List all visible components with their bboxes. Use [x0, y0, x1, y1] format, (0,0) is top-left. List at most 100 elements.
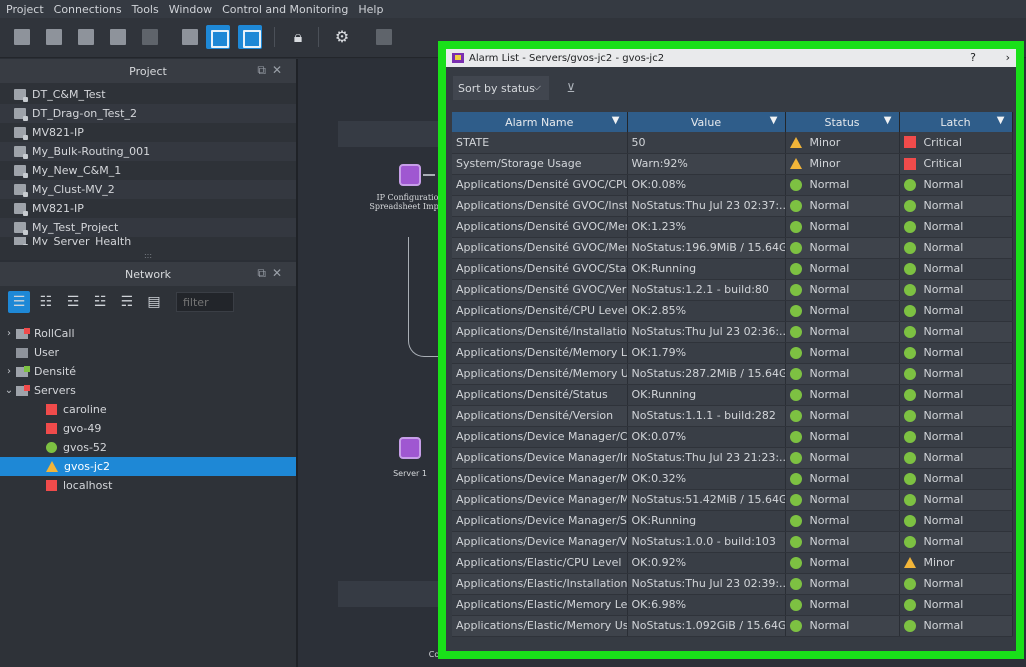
project-list-item[interactable]: MV821-IP [0, 123, 296, 142]
alarm-latch-cell: Normal [899, 174, 1013, 196]
table-row[interactable]: Applications/Densité GVOC/Status OK:Runni… [452, 258, 1013, 280]
sort-select[interactable]: Sort by status ⌵ [453, 76, 549, 100]
server-node-label: Server 1 [393, 469, 427, 478]
table-row[interactable]: Applications/Densité/Version NoStatus:1.1… [452, 405, 1013, 427]
alarm-name-cell: Applications/Device Manager/Me... [452, 468, 628, 490]
table-row[interactable]: Applications/Elastic/CPU Level OK:0.92% No… [452, 552, 1013, 574]
table-row[interactable]: Applications/Densité GVOC/CPU ... OK:0.08… [452, 174, 1013, 196]
table-row[interactable]: Applications/Densité/CPU Level OK:2.85% No… [452, 300, 1013, 322]
column-header-value[interactable]: Value ▼ [627, 112, 786, 132]
project-list-item[interactable]: My_Bulk-Routing_001 [0, 142, 296, 161]
table-row[interactable]: Applications/Device Manager/Me...OK:0.32… [452, 468, 1013, 490]
ip-config-import-node[interactable] [399, 164, 421, 186]
table-row[interactable]: Applications/Device Manager/St... OK:Runn… [452, 510, 1013, 532]
menu-item[interactable]: Connections [54, 3, 122, 16]
lock-icon[interactable]: 🔒︎ [286, 25, 310, 49]
normal-status-icon [789, 325, 802, 338]
table-row[interactable]: Applications/Densité/Installation ...NoS… [452, 321, 1013, 343]
network-tree-icon[interactable] [238, 25, 262, 49]
report-icon[interactable]: ▤ [143, 291, 165, 313]
alarm-latch-cell: Normal [899, 489, 1013, 511]
project-list-item[interactable]: My_Clust-MV_2 [0, 180, 296, 199]
chevron-icon[interactable]: › [2, 328, 16, 339]
alarm-value-cell: NoStatus:1.0.0 - build:103 [627, 531, 786, 553]
close-icon[interactable]: › [1006, 51, 1010, 64]
tree-item[interactable]: › Densité [0, 362, 296, 381]
table-row[interactable]: Applications/Device Manager/Ins...NoStat… [452, 447, 1013, 469]
tree-item[interactable]: gvos-52 [0, 438, 296, 457]
new-project-icon[interactable] [10, 25, 34, 49]
column-header-alarm-name[interactable]: Alarm Name ▼ [452, 112, 628, 132]
project-list-item[interactable]: DT_Drag-on_Test_2 [0, 104, 296, 123]
project-list-item[interactable]: My_Server_Health [0, 237, 296, 245]
server-node[interactable] [399, 437, 421, 459]
latch-label: Normal [923, 514, 964, 527]
menu-item[interactable]: Window [169, 3, 212, 16]
clear-filter-icon[interactable]: ⊻ [561, 78, 581, 98]
chevron-icon[interactable]: › [2, 366, 16, 377]
table-row[interactable]: Applications/Elastic/Memory Level OK:6.98… [452, 594, 1013, 616]
save-icon[interactable] [106, 25, 130, 49]
column-header-status[interactable]: Status ▼ [785, 112, 900, 132]
filter-icon[interactable]: ▼ [612, 115, 620, 126]
minor-status-icon [789, 136, 802, 148]
help-button[interactable]: ? [970, 51, 976, 64]
filter-icon[interactable]: ▼ [997, 115, 1005, 126]
gear-icon[interactable]: ⚙ [330, 25, 354, 49]
export-icon[interactable] [138, 25, 162, 49]
panel-float-close-icons[interactable]: ⧉✕ [257, 63, 288, 78]
filter-icon[interactable]: ▼ [884, 115, 892, 126]
project-list-item[interactable]: DT_C&M_Test [0, 85, 296, 104]
tree-item[interactable]: gvos-jc2 [0, 457, 296, 476]
panel-float-close-icons[interactable]: ⧉✕ [257, 266, 288, 281]
expand-tree-icon[interactable]: ☷ [35, 291, 57, 313]
splitter-grip[interactable]: ::: [0, 252, 296, 260]
project-list-item[interactable]: My_Test_Project [0, 218, 296, 237]
tree-item[interactable]: localhost [0, 476, 296, 495]
open-project-icon[interactable] [42, 25, 66, 49]
filter-icon[interactable]: ▼ [770, 115, 778, 126]
table-row[interactable]: Applications/Densité GVOC/Insta... NoStat… [452, 195, 1013, 217]
table-row[interactable]: Applications/Elastic/Memory UsageNoStatu… [452, 615, 1013, 637]
minor-status-icon [789, 158, 802, 169]
list-icon[interactable]: ☴ [116, 291, 138, 313]
project-panel-icon[interactable] [178, 25, 202, 49]
project-list-item[interactable]: My_New_C&M_1 [0, 161, 296, 180]
table-row[interactable]: Applications/Densité/Status OK:Running Nor… [452, 384, 1013, 406]
chevron-icon[interactable]: ⌄ [2, 385, 16, 396]
tree-view-icon[interactable]: ☰ [8, 291, 30, 313]
tree-item[interactable]: › RollCall [0, 324, 296, 343]
table-row[interactable]: Applications/Densité GVOC/Mem... NoStatus… [452, 237, 1013, 259]
table-row[interactable]: Applications/Device Manager/CP... OK:0.07… [452, 426, 1013, 448]
tree-item[interactable]: caroline [0, 400, 296, 419]
table-row[interactable]: STATE 50 Minor Critical [452, 132, 1013, 154]
folder-icon [16, 347, 28, 358]
table-row[interactable]: System/Storage Usage Warn:92% Minor Critica… [452, 153, 1013, 175]
refresh-icon[interactable] [372, 25, 396, 49]
table-row[interactable]: Applications/Densité GVOC/Mem... OK:1.23%… [452, 216, 1013, 238]
project-list-item[interactable]: MV821-IP [0, 199, 296, 218]
column-header-latch[interactable]: Latch ▼ [899, 112, 1013, 132]
table-row[interactable]: Applications/Densité GVOC/Versi... NoStat… [452, 279, 1013, 301]
table-row[interactable]: Applications/Device Manager/Ve... NoStatu… [452, 531, 1013, 553]
table-row[interactable]: Applications/Densité/Memory Us... NoStatu… [452, 363, 1013, 385]
table-row[interactable]: Applications/Elastic/Installation ... NoS… [452, 573, 1013, 595]
table-row[interactable]: Applications/Densité/Memory LevelOK:1.79… [452, 342, 1013, 364]
info-panel-icon[interactable] [206, 25, 230, 49]
menu-item[interactable]: Project [6, 3, 44, 16]
hierarchy-icon[interactable]: ☳ [89, 291, 111, 313]
collapse-tree-icon[interactable]: ☲ [62, 291, 84, 313]
tree-item[interactable]: ⌄ Servers [0, 381, 296, 400]
table-row[interactable]: Applications/Device Manager/Me...NoStatu… [452, 489, 1013, 511]
network-filter-input[interactable] [176, 292, 234, 312]
tree-item[interactable]: User [0, 343, 296, 362]
menu-item[interactable]: Help [358, 3, 383, 16]
normal-status-icon [903, 199, 916, 212]
alarm-latch-cell: Normal [899, 195, 1013, 217]
menu-item[interactable]: Control and Monitoring [222, 3, 348, 16]
dialog-title-bar[interactable]: Alarm List - Servers/gvos-jc2 - gvos-jc2… [446, 49, 1016, 67]
tree-item[interactable]: gvo-49 [0, 419, 296, 438]
import-project-icon[interactable] [74, 25, 98, 49]
menu-item[interactable]: Tools [132, 3, 159, 16]
status-label: Normal [809, 178, 850, 191]
